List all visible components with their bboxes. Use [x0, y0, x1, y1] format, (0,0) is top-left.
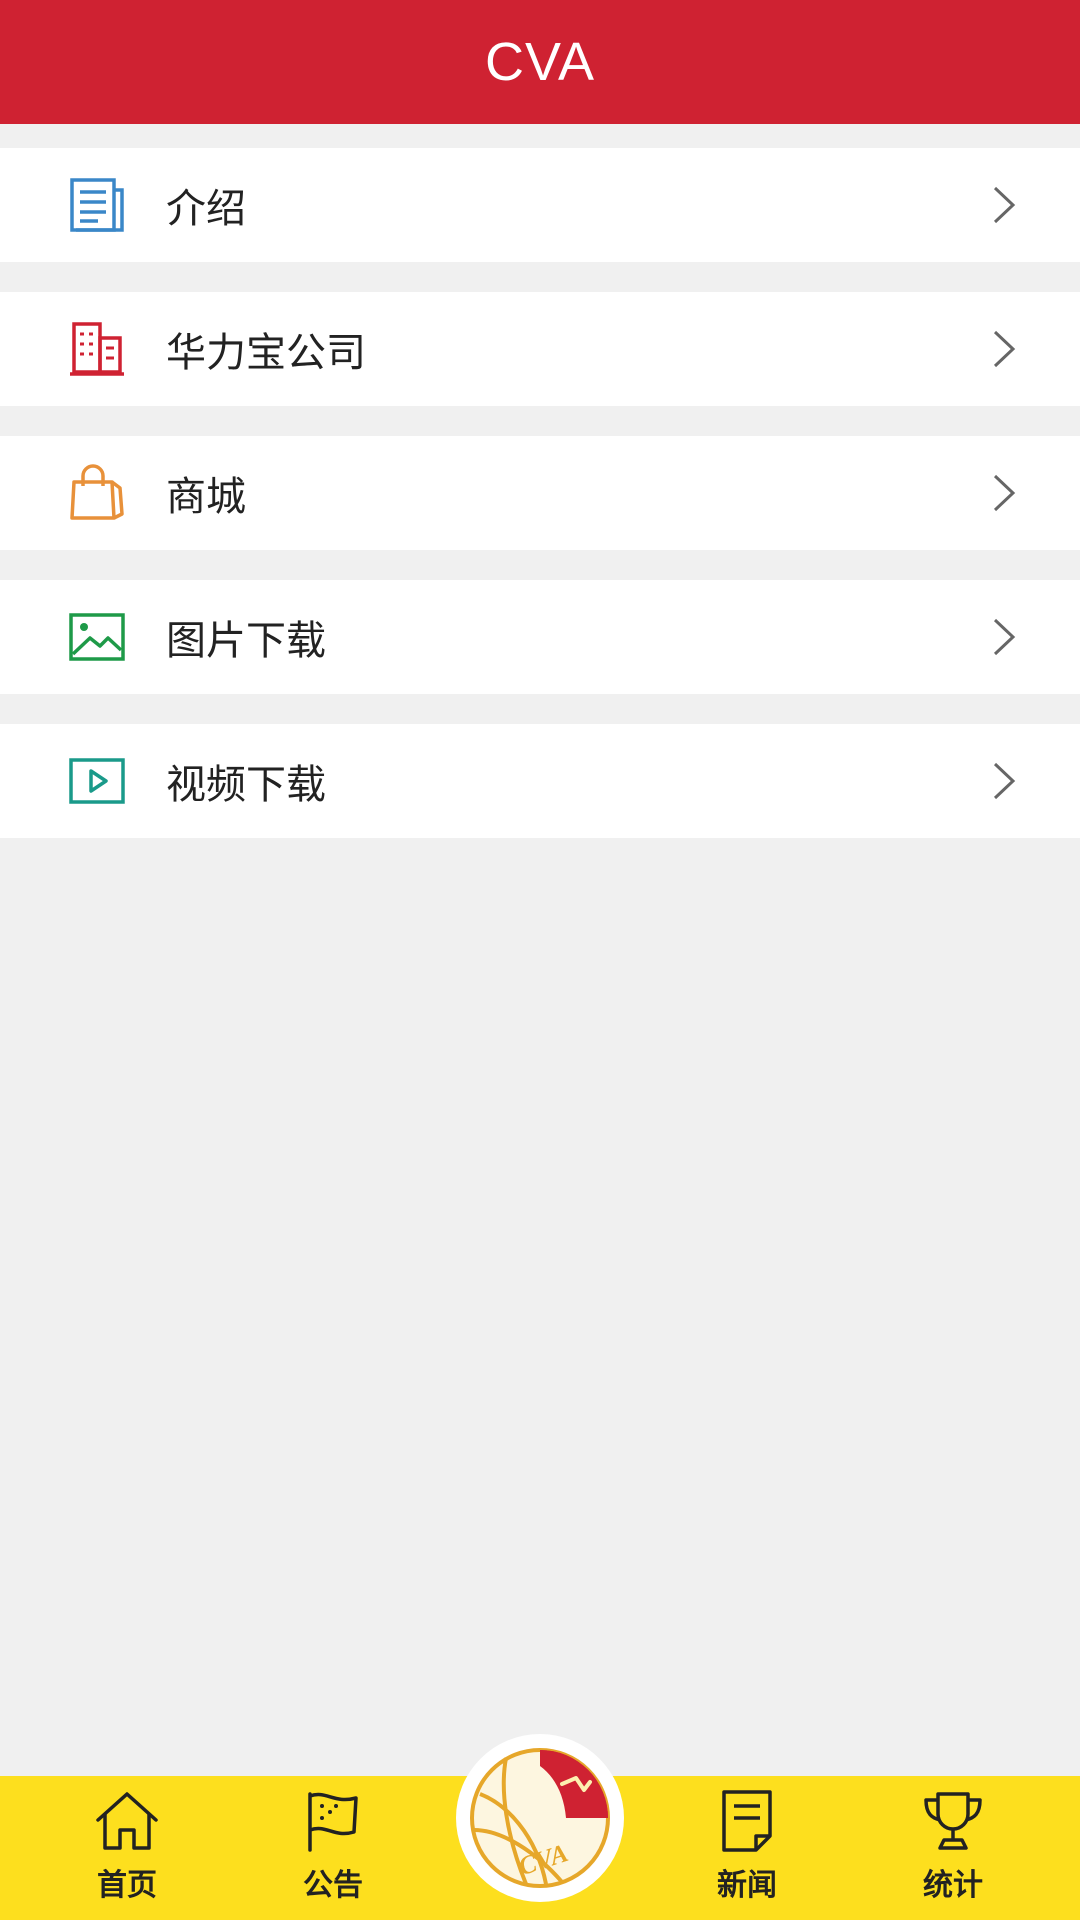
image-icon	[68, 608, 126, 666]
menu-item-label: 商城	[166, 474, 246, 520]
menu-item-mall[interactable]: 商城	[0, 436, 1080, 550]
tab-label: 首页	[97, 1868, 157, 1903]
flag-icon	[298, 1786, 368, 1856]
chevron-right-icon	[992, 185, 1016, 225]
video-icon	[68, 752, 126, 810]
chevron-right-icon	[992, 329, 1016, 369]
cva-logo-icon: CVA	[466, 1744, 614, 1892]
menu-item-image-download[interactable]: 图片下载	[0, 580, 1080, 694]
chevron-right-icon	[992, 617, 1016, 657]
trophy-icon	[918, 1786, 988, 1856]
tab-statistics[interactable]: 统计	[878, 1776, 1028, 1920]
chevron-right-icon	[992, 761, 1016, 801]
center-logo-button[interactable]: CVA	[456, 1734, 624, 1902]
tab-news[interactable]: 新闻	[672, 1776, 822, 1920]
tab-announcement[interactable]: 公告	[258, 1776, 408, 1920]
shopping-bag-icon	[68, 464, 126, 522]
tab-label: 统计	[923, 1868, 983, 1903]
menu-item-label: 介绍	[166, 186, 246, 232]
document-icon	[68, 176, 126, 234]
menu-item-label: 视频下载	[166, 762, 326, 808]
tab-label: 公告	[303, 1868, 363, 1903]
menu-item-company[interactable]: 华力宝公司	[0, 292, 1080, 406]
menu-item-label: 华力宝公司	[166, 330, 366, 376]
page-title: CVA	[484, 32, 596, 92]
home-icon	[92, 1786, 162, 1856]
app-header: CVA	[0, 0, 1080, 124]
menu-item-label: 图片下载	[166, 618, 326, 664]
menu-item-video-download[interactable]: 视频下载	[0, 724, 1080, 838]
news-icon	[712, 1786, 782, 1856]
tab-home[interactable]: 首页	[52, 1776, 202, 1920]
tab-label: 新闻	[717, 1868, 777, 1903]
building-icon	[68, 320, 126, 378]
menu-item-intro[interactable]: 介绍	[0, 148, 1080, 262]
menu-list: 介绍 华力宝公司 商城 图片下载 视频下载	[0, 148, 1080, 868]
chevron-right-icon	[992, 473, 1016, 513]
